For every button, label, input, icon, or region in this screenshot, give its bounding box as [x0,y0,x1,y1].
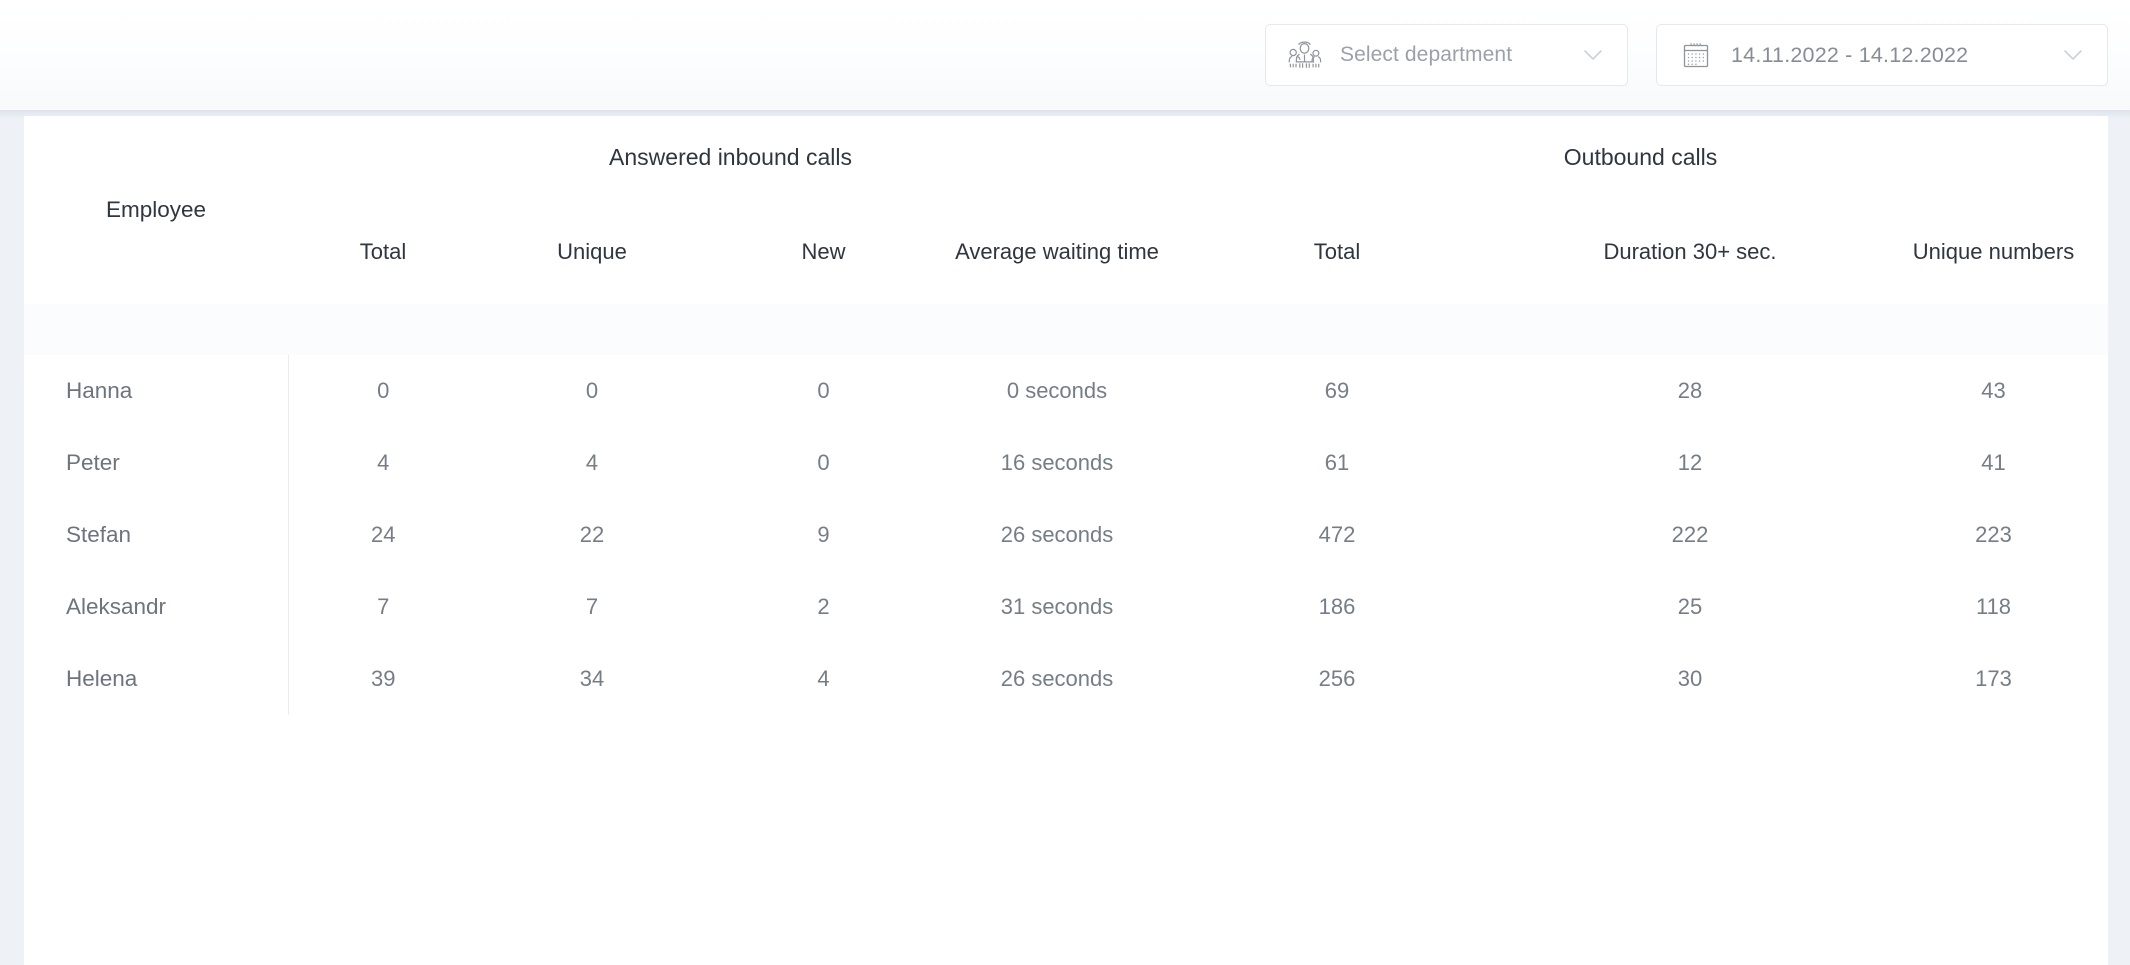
cell-inbound-total: 4 [377,450,390,475]
cell-outbound-duration-30: 25 [1677,594,1703,619]
cell-employee: Aleksandr [24,571,289,643]
cell-outbound-duration-30: 30 [1677,666,1703,691]
cell-inbound-avg-wait: 26 seconds [1000,666,1114,691]
department-selector[interactable]: Select department [1265,24,1628,86]
table-body: Hanna 0 0 0 0 seconds 69 28 43 Peter 4 4… [24,304,2108,715]
cell-inbound-avg-wait: 16 seconds [1000,450,1114,475]
table-header: Employee Answered inbound calls Outbound… [24,116,2108,304]
table-subheader-row: Total Unique New Average waiting time To… [24,199,2108,304]
column-header-inbound-total: Total [359,238,407,264]
cell-outbound-unique-numbers: 43 [1981,378,2006,403]
cell-inbound-total: 39 [371,666,396,691]
spacer-cell [288,304,1173,355]
cell-outbound-duration-30: 28 [1677,378,1703,403]
cell-inbound-new: 9 [817,522,830,547]
column-header-outbound-total: Total [1313,238,1361,264]
cell-outbound-unique-numbers: 173 [1975,666,2012,691]
people-group-icon [1286,38,1324,72]
column-header-inbound-unique: Unique [557,238,627,264]
cell-employee: Hanna [24,355,289,427]
chevron-down-icon[interactable] [2061,43,2085,67]
cell-outbound-duration-30: 12 [1677,450,1703,475]
cell-inbound-avg-wait: 0 seconds [1006,378,1108,403]
toolbar: Select department 14.11.2022 - 14.12.202… [0,0,2130,110]
cell-employee: Peter [24,427,289,499]
cell-outbound-duration-30: 222 [1671,522,1709,547]
cell-outbound-total: 69 [1324,378,1350,403]
cell-inbound-new: 4 [817,666,830,691]
calendar-icon [1677,38,1715,72]
cell-outbound-unique-numbers: 223 [1975,522,2012,547]
spacer-cell [1173,304,2108,355]
column-header-inbound-new: New [801,238,846,264]
cell-outbound-unique-numbers: 41 [1981,450,2006,475]
cell-inbound-new: 0 [817,450,830,475]
column-header-outbound-unique: Unique numbers [1912,238,2075,264]
cell-inbound-total: 7 [377,594,390,619]
table-row[interactable]: Peter 4 4 0 16 seconds 61 12 41 [24,427,2108,499]
report-table-sheet: Employee Answered inbound calls Outbound… [24,116,2108,965]
table-row[interactable]: Helena 39 34 4 26 seconds 256 30 173 [24,643,2108,715]
cell-outbound-total: 61 [1324,450,1350,475]
column-header-employee: Employee [105,197,207,222]
cell-inbound-total: 24 [371,522,396,547]
cell-inbound-avg-wait: 31 seconds [1000,594,1114,619]
cell-inbound-new: 2 [817,594,830,619]
cell-inbound-new: 0 [817,378,830,403]
column-header-outbound-duration: Duration 30+ sec. [1603,238,1777,264]
cell-inbound-total: 0 [377,378,390,403]
chevron-down-icon[interactable] [1581,43,1605,67]
cell-inbound-unique: 7 [585,594,599,619]
cell-outbound-total: 472 [1318,522,1356,547]
cell-inbound-unique: 22 [579,522,605,547]
cell-outbound-total: 186 [1318,594,1356,619]
table-row[interactable]: Aleksandr 7 7 2 31 seconds 186 25 118 [24,571,2108,643]
report-panel: Employee Answered inbound calls Outbound… [0,110,2130,965]
cell-inbound-unique: 0 [585,378,599,403]
date-range-value: 14.11.2022 - 14.12.2022 [1731,42,1969,67]
cell-outbound-unique-numbers: 118 [1975,594,2012,619]
column-header-inbound-avg-wait: Average waiting time [955,238,1159,264]
cell-inbound-unique: 34 [579,666,605,691]
department-selector-placeholder: Select department [1340,43,1513,66]
cell-outbound-total: 256 [1318,666,1356,691]
table-group-header-row: Employee Answered inbound calls Outbound… [24,116,2108,222]
column-group-header-outbound: Outbound calls [1563,144,1718,170]
table-row[interactable]: Hanna 0 0 0 0 seconds 69 28 43 [24,355,2108,427]
cell-inbound-unique: 4 [585,450,599,475]
employee-calls-table: Employee Answered inbound calls Outbound… [24,116,2108,715]
table-spacer-row [24,304,2108,355]
cell-employee: Helena [24,643,289,715]
cell-employee: Stefan [24,499,289,571]
spacer-cell [24,304,288,355]
table-row[interactable]: Stefan 24 22 9 26 seconds 472 222 223 [24,499,2108,571]
date-range-picker[interactable]: 14.11.2022 - 14.12.2022 [1656,24,2108,86]
toolbar-controls: Select department 14.11.2022 - 14.12.202… [1265,0,2108,110]
column-group-header-inbound: Answered inbound calls [609,144,852,170]
cell-inbound-avg-wait: 26 seconds [1000,522,1114,547]
